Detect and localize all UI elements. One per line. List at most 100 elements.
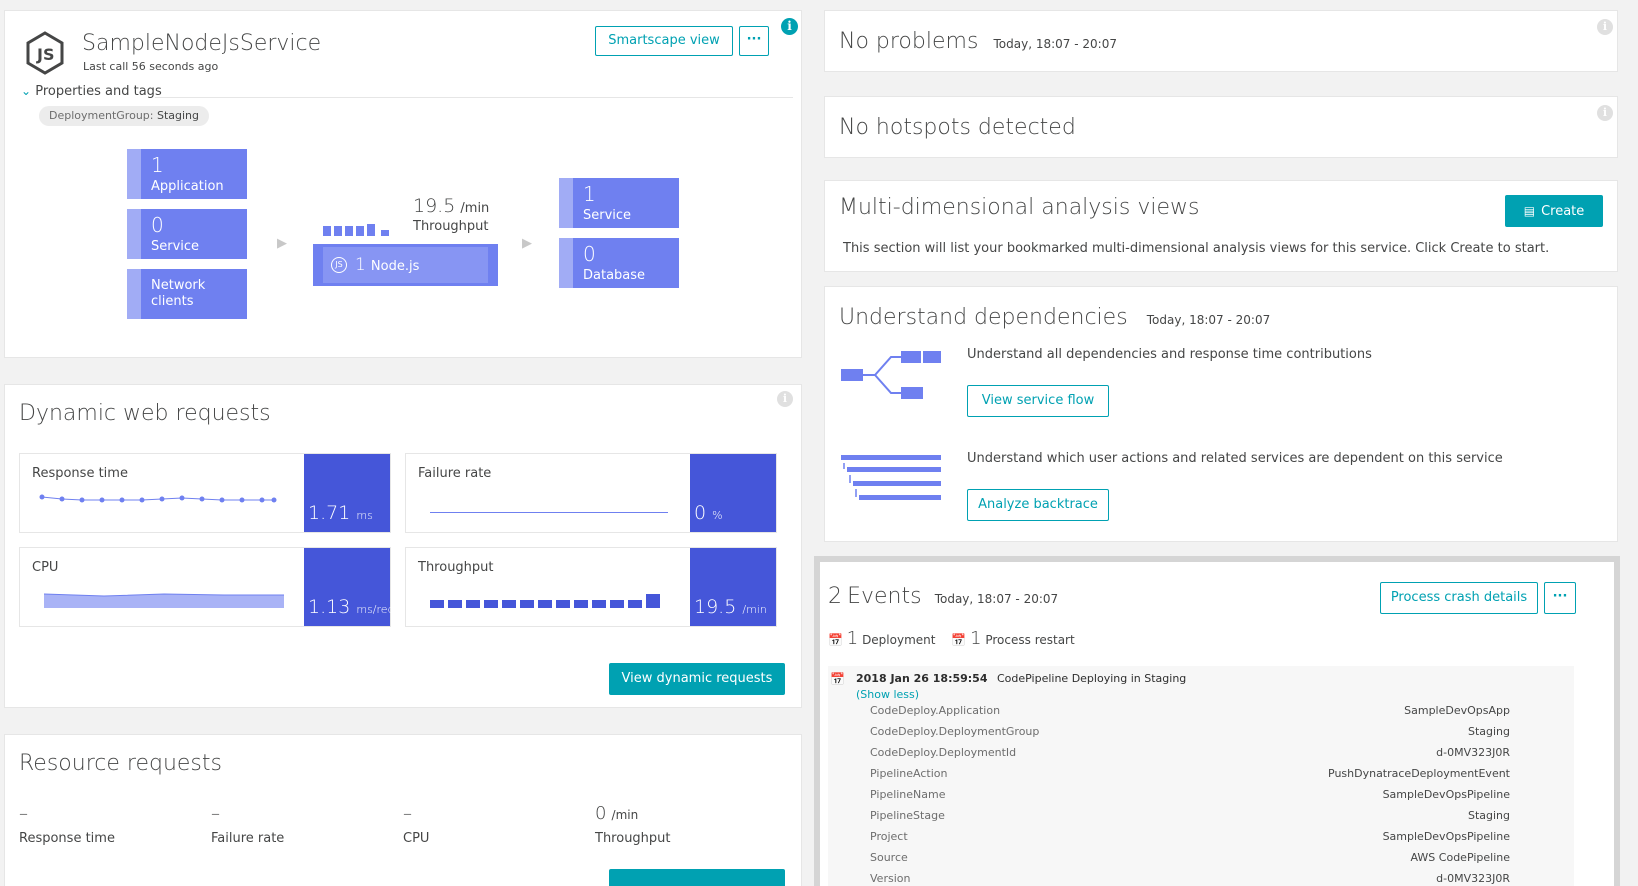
process-crash-details-button[interactable]: Process crash details: [1380, 582, 1538, 614]
analyze-backtrace-button[interactable]: Analyze backtrace: [967, 489, 1109, 521]
property-value: d-0MV323J0R: [1436, 746, 1510, 759]
dependencies-header: Understand dependencies Today, 18:07 - 2…: [839, 305, 1270, 330]
info-icon[interactable]: i: [781, 18, 798, 35]
events-summary: 📅 1 Deployment 📅 1 Process restart: [828, 628, 1075, 649]
metric-unit: /min: [742, 603, 767, 616]
callee-count: 1: [583, 182, 596, 206]
event-title: CodePipeline Deploying in Staging: [996, 672, 1187, 685]
events-header: 2 Events Today, 18:07 - 20:07: [828, 584, 1058, 609]
caller-tile-service[interactable]: 0 Service: [127, 209, 247, 259]
flow-text: Understand all dependencies and response…: [967, 347, 1372, 362]
properties-toggle[interactable]: ⌄ Properties and tags: [21, 84, 162, 99]
dependencies-card: Understand dependencies Today, 18:07 - 2…: [824, 286, 1618, 542]
resource-label: Failure rate: [211, 831, 285, 846]
event-property-row: CodeDeploy.Application SampleDevOpsApp: [870, 704, 1510, 724]
create-button[interactable]: ▤ Create: [1505, 195, 1603, 227]
summary-label: Deployment: [862, 633, 936, 647]
events-more-button[interactable]: ···: [1544, 582, 1576, 614]
failure-rate-tile[interactable]: Failure rate 0 %: [405, 453, 777, 533]
service-overview-card: JS SampleNodeJsService Last call 56 seco…: [4, 10, 802, 358]
property-value: SampleDevOpsPipeline: [1382, 830, 1510, 843]
metric-unit: ms: [356, 509, 373, 522]
tag-chip[interactable]: DeploymentGroup: Staging: [39, 106, 210, 126]
calendar-icon: 📅: [828, 633, 843, 647]
view-resource-requests-button[interactable]: [609, 869, 785, 886]
dependencies-time: Today, 18:07 - 20:07: [1146, 313, 1271, 327]
metric-label: Throughput: [418, 560, 494, 575]
application-icon: [127, 149, 141, 199]
caller-tile-application[interactable]: 1 Application: [127, 149, 247, 199]
events-time: Today, 18:07 - 20:07: [934, 592, 1059, 606]
metric-value: 1.13: [308, 596, 351, 618]
caller-label: Network clients: [151, 278, 206, 309]
resource-requests-card: Resource requests – Response time – Fail…: [4, 734, 802, 886]
callee-label: Database: [583, 268, 646, 283]
info-icon[interactable]: i: [1597, 105, 1613, 121]
process-count: 1: [355, 255, 366, 275]
property-value: PushDynatraceDeploymentEvent: [1328, 767, 1510, 780]
summary-label: Process restart: [985, 633, 1075, 647]
show-less-link[interactable]: (Show less): [856, 688, 919, 701]
process-group-tile[interactable]: JS 1 Node.js: [313, 244, 498, 286]
events-title: Events: [847, 584, 922, 609]
callee-tile-service[interactable]: 1 Service: [559, 178, 679, 228]
resource-value: –: [403, 803, 412, 824]
info-icon[interactable]: i: [777, 391, 793, 407]
svg-text:JS: JS: [36, 45, 54, 64]
resource-label: Response time: [19, 831, 115, 846]
metric-label: Failure rate: [418, 466, 492, 481]
view-service-flow-button[interactable]: View service flow: [967, 385, 1109, 417]
property-key: Project: [870, 830, 908, 843]
event-property-row: Project SampleDevOpsPipeline: [870, 830, 1510, 850]
service-flow-icon: [841, 351, 941, 399]
throughput-tile[interactable]: Throughput 19.5 /min: [405, 547, 777, 627]
throughput-bars: [430, 594, 660, 608]
property-key: PipelineAction: [870, 767, 948, 780]
property-value: d-0MV323J0R: [1436, 872, 1510, 885]
service-name: SampleNodeJsService: [82, 31, 322, 56]
backtrace-text: Understand which user actions and relate…: [967, 451, 1503, 466]
response-time-tile[interactable]: Response time 1.71 ms: [19, 453, 391, 533]
metric-unit: %: [712, 509, 723, 522]
smartscape-view-button[interactable]: Smartscape view: [595, 26, 733, 56]
throughput-label: Throughput: [413, 219, 489, 234]
event-property-row: Source AWS CodePipeline: [870, 851, 1510, 871]
cpu-tile[interactable]: CPU 1.13 ms/req: [19, 547, 395, 627]
summary-count: 1: [970, 628, 982, 649]
resource-failure-rate: – Failure rate: [211, 803, 284, 846]
event-property-row: Version d-0MV323J0R: [870, 872, 1510, 886]
resource-label: Throughput: [595, 831, 671, 846]
metric-unit: ms/req: [356, 603, 395, 616]
property-key: CodeDeploy.DeploymentGroup: [870, 725, 1040, 738]
more-options-button[interactable]: ···: [739, 26, 769, 56]
callee-tile-database[interactable]: 0 Database: [559, 238, 679, 288]
calendar-icon: 📅: [951, 633, 967, 647]
view-dynamic-requests-button[interactable]: View dynamic requests: [609, 663, 785, 695]
caller-count: 1: [151, 153, 164, 177]
caller-label: Application: [151, 179, 224, 194]
property-key: PipelineStage: [870, 809, 945, 822]
resource-unit: /min: [611, 808, 639, 822]
throughput-value-panel: 19.5 /min: [690, 548, 776, 626]
event-property-row: CodeDeploy.DeploymentId d-0MV323J0R: [870, 746, 1510, 766]
property-key: Version: [870, 872, 911, 885]
event-time: 2018 Jan 26 18:59:54: [856, 672, 988, 685]
property-key: CodeDeploy.DeploymentId: [870, 746, 1017, 759]
arrow-right-icon: ▶: [522, 236, 532, 251]
failure-rate-value-panel: 0 %: [690, 454, 776, 532]
last-call-text: Last call 56 seconds ago: [83, 60, 219, 73]
tag-value: Staging: [156, 109, 200, 122]
event-property-row: PipelineStage Staging: [870, 809, 1510, 829]
problems-title: No problems: [839, 29, 979, 54]
caller-tile-network-clients[interactable]: Network clients: [127, 269, 247, 319]
property-value: AWS CodePipeline: [1410, 851, 1511, 864]
cpu-value-panel: 1.13 ms/req: [304, 548, 395, 626]
summary-count: 1: [846, 628, 859, 649]
hotspots-card: No hotspots detected i: [824, 96, 1618, 158]
hotspots-title: No hotspots detected: [839, 115, 1076, 140]
property-value: Staging: [1467, 809, 1510, 822]
failure-rate-sparkline: [430, 512, 668, 513]
property-value: SampleDevOpsApp: [1404, 704, 1510, 717]
info-icon[interactable]: i: [1597, 19, 1613, 35]
chart-icon: ▤: [1523, 204, 1536, 218]
